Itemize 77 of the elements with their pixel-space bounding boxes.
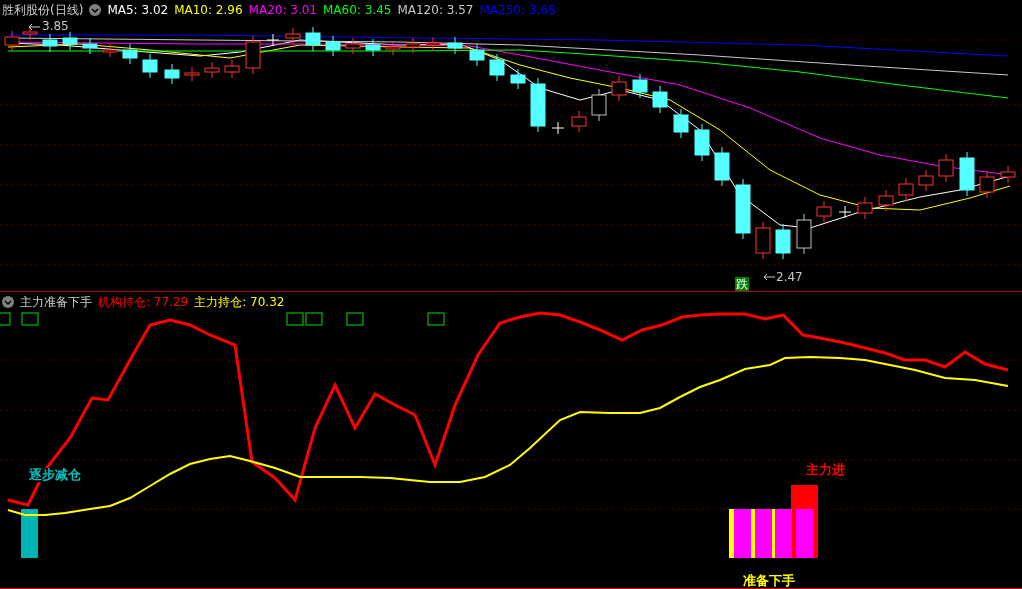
indicator-value: MA10: 2.96 — [174, 3, 243, 17]
candlestick — [530, 77, 546, 133]
indicator-value: MA120: 3.57 — [397, 3, 474, 17]
candlestick — [285, 27, 301, 45]
candlestick — [652, 85, 668, 114]
candlestick — [489, 53, 505, 82]
price-label: 2.47 — [776, 270, 803, 284]
candlestick — [82, 37, 98, 55]
candlestick — [694, 123, 710, 162]
candlestick — [1000, 165, 1016, 184]
candlestick — [325, 35, 341, 57]
chart-annotation: 逐步减仓 — [28, 468, 82, 482]
signal-marker — [0, 312, 11, 326]
candlestick — [102, 43, 118, 58]
candlestick — [184, 66, 200, 82]
candlestick — [22, 25, 38, 41]
dropdown-icon[interactable] — [89, 4, 102, 16]
candlestick — [898, 177, 914, 202]
candlestick — [938, 153, 954, 183]
signal-marker — [21, 312, 39, 326]
candlestick — [714, 146, 730, 187]
reduce-position-bar — [21, 509, 38, 558]
candlestick — [345, 37, 361, 55]
candlestick — [224, 59, 240, 79]
candlestick — [571, 110, 587, 133]
candlestick — [4, 30, 20, 52]
indicator-value: 主力持仓: 70.32 — [194, 293, 285, 311]
candlestick — [959, 151, 975, 197]
candlestick — [878, 189, 894, 212]
candlestick — [673, 108, 689, 139]
chart-title: 胜利股份(日线) — [2, 1, 84, 19]
candlestick — [425, 36, 441, 52]
candlestick — [591, 88, 607, 122]
candlestick — [122, 43, 138, 65]
indicator-value: MA20: 3.01 — [248, 3, 317, 17]
arrow-icon — [28, 23, 40, 31]
price-label: 3.85 — [42, 19, 69, 33]
candlestick — [305, 26, 321, 52]
candlestick — [755, 221, 771, 260]
candlestick — [42, 33, 58, 53]
signal-marker — [305, 312, 323, 326]
candlestick — [405, 37, 421, 54]
signal-marker — [346, 312, 364, 326]
candlestick — [816, 200, 832, 223]
indicator-title: 主力准备下手 — [20, 293, 92, 311]
candlestick — [838, 205, 852, 219]
candlestick — [204, 61, 220, 79]
candlestick — [611, 75, 627, 102]
candlestick — [245, 35, 261, 75]
dropdown-icon[interactable] — [2, 296, 14, 308]
candlestick — [469, 43, 485, 67]
candlestick — [979, 170, 995, 199]
candlestick — [775, 223, 791, 260]
candlestick — [365, 38, 381, 57]
candlestick — [918, 169, 934, 192]
candlestick — [551, 121, 565, 135]
candlestick — [266, 33, 280, 47]
candlestick — [385, 40, 401, 56]
candlestick — [735, 178, 751, 240]
candlestick — [447, 36, 463, 55]
indicator-value: MA5: 3.02 — [107, 3, 169, 17]
signal-badge: 跌 — [735, 277, 749, 291]
signal-marker — [286, 312, 304, 326]
signal-marker — [427, 312, 445, 326]
candlestick — [142, 53, 158, 79]
chart-annotation: 准备下手 — [742, 574, 796, 588]
candlestick — [510, 68, 526, 90]
indicator-value: MA60: 3.45 — [323, 3, 392, 17]
candlestick — [62, 31, 78, 51]
candlestick — [632, 73, 648, 99]
arrow-icon — [763, 273, 775, 281]
chart-annotation: 主力进 — [805, 463, 846, 477]
candlestick — [857, 196, 873, 220]
indicator-value: 机构持仓: 77.29 — [98, 293, 189, 311]
candlestick — [796, 213, 812, 255]
candlestick — [164, 63, 180, 85]
indicator-value: MA250: 3.68 — [479, 3, 556, 17]
